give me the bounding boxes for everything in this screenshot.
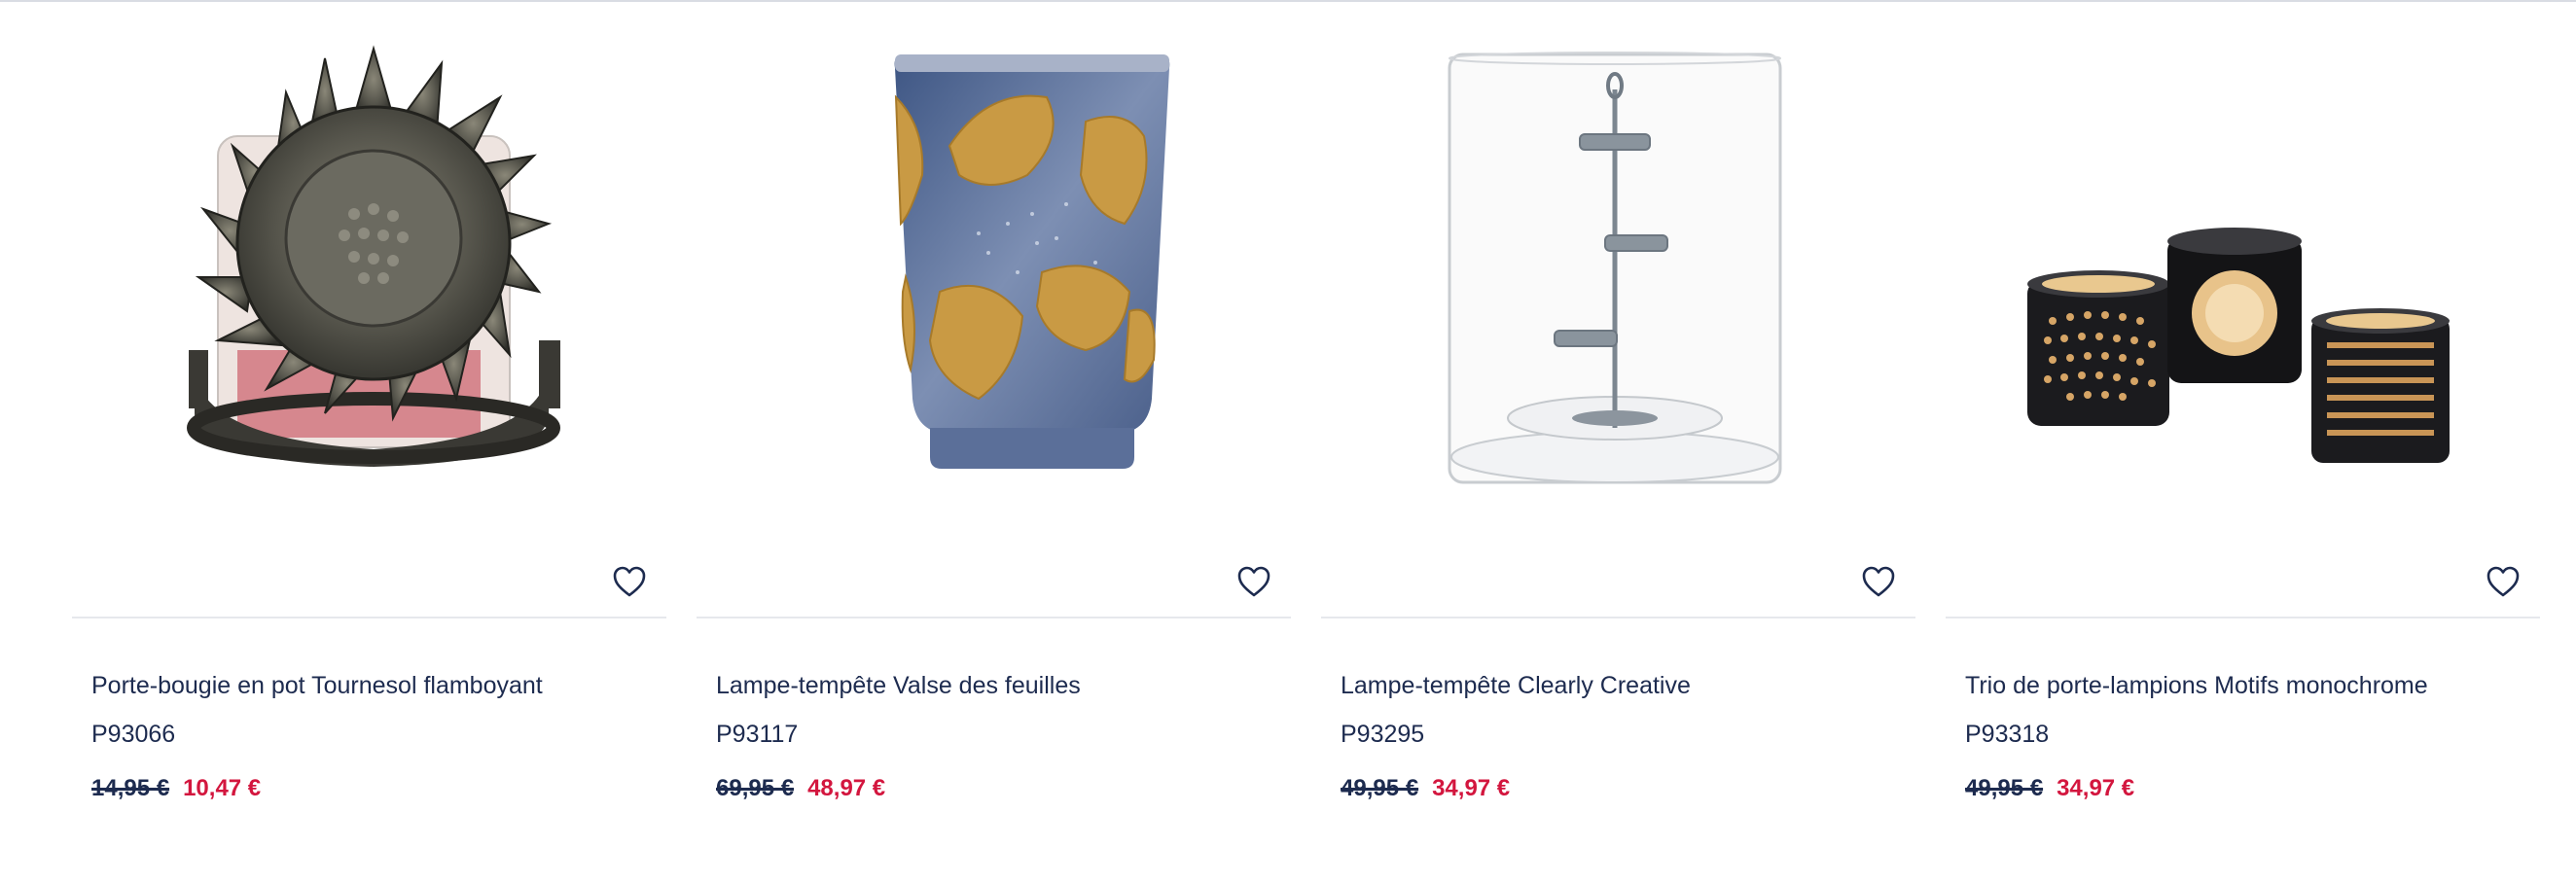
sale-price: 34,97 €	[2057, 775, 2135, 801]
blue-leaf-hurricane-icon	[894, 54, 1170, 469]
product-name-link[interactable]: Lampe-tempête Clearly Creative	[1341, 667, 1905, 704]
product-card[interactable]: Lampe-tempête Valse des feuilles P93117 …	[697, 29, 1291, 801]
product-name-link[interactable]: Trio de porte-lampions Motifs monochrome	[1965, 667, 2529, 704]
sunflower-candle-holder-icon	[187, 45, 560, 467]
top-border	[0, 0, 2576, 2]
clear-glass-hurricane-icon	[1448, 52, 1782, 484]
product-info: Porte-bougie en pot Tournesol flamboyant…	[91, 667, 656, 805]
product-image[interactable]	[72, 29, 666, 515]
product-name-link[interactable]: Lampe-tempête Valse des feuilles	[716, 667, 1280, 704]
wishlist-heart-icon[interactable]	[2484, 562, 2522, 601]
product-card[interactable]: Porte-bougie en pot Tournesol flamboyant…	[72, 29, 666, 801]
product-info: Trio de porte-lampions Motifs monochrome…	[1965, 667, 2529, 805]
product-image[interactable]	[1321, 29, 1915, 515]
product-image[interactable]	[697, 29, 1291, 515]
wishlist-heart-icon[interactable]	[610, 562, 649, 601]
sale-price: 10,47 €	[183, 775, 262, 801]
product-prices: 49,95 € 34,97 €	[1341, 772, 1905, 805]
product-prices: 49,95 € 34,97 €	[1965, 772, 2529, 805]
card-divider	[72, 617, 666, 618]
product-image[interactable]	[1946, 29, 2540, 515]
product-prices: 14,95 € 10,47 €	[91, 772, 656, 805]
votive-trio-icon	[2027, 228, 2450, 463]
product-reference: P93117	[716, 721, 799, 748]
product-info: Lampe-tempête Clearly Creative P93295 49…	[1341, 667, 1905, 805]
product-reference: P93066	[91, 721, 176, 748]
card-divider	[1321, 617, 1915, 618]
wishlist-heart-icon[interactable]	[1234, 562, 1273, 601]
old-price: 14,95 €	[91, 775, 170, 801]
card-divider	[697, 617, 1291, 618]
product-reference: P93318	[1965, 721, 2050, 748]
wishlist-heart-icon[interactable]	[1859, 562, 1898, 601]
sale-price: 34,97 €	[1432, 775, 1511, 801]
sale-price: 48,97 €	[807, 775, 886, 801]
product-reference: P93295	[1341, 721, 1425, 748]
product-prices: 69,95 € 48,97 €	[716, 772, 1280, 805]
product-card[interactable]: Trio de porte-lampions Motifs monochrome…	[1946, 29, 2540, 801]
product-card[interactable]: Lampe-tempête Clearly Creative P93295 49…	[1321, 29, 1915, 801]
product-grid: Porte-bougie en pot Tournesol flamboyant…	[72, 29, 2540, 801]
old-price: 49,95 €	[1965, 775, 2044, 801]
old-price: 69,95 €	[716, 775, 795, 801]
product-info: Lampe-tempête Valse des feuilles P93117 …	[716, 667, 1280, 805]
product-name-link[interactable]: Porte-bougie en pot Tournesol flamboyant	[91, 667, 656, 704]
card-divider	[1946, 617, 2540, 618]
old-price: 49,95 €	[1341, 775, 1419, 801]
